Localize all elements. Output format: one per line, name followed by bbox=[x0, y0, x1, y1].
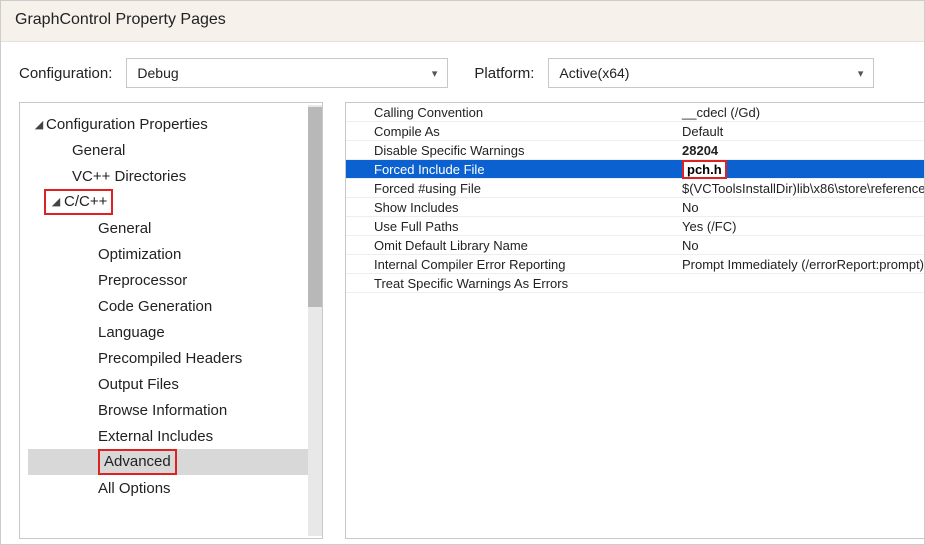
tree-label: All Options bbox=[98, 480, 171, 497]
configuration-toolbar: Configuration: Debug ▾ Platform: Active(… bbox=[1, 42, 924, 102]
scrollbar-thumb[interactable] bbox=[308, 107, 322, 307]
property-name: Forced #using File bbox=[346, 181, 676, 196]
configuration-value: Debug bbox=[137, 65, 178, 81]
tree-label: Advanced bbox=[98, 449, 177, 475]
configuration-dropdown[interactable]: Debug ▾ bbox=[126, 58, 448, 88]
property-name: Omit Default Library Name bbox=[346, 238, 676, 253]
property-name: Show Includes bbox=[346, 200, 676, 215]
tree-label: Code Generation bbox=[98, 298, 212, 315]
window-titlebar: GraphControl Property Pages bbox=[1, 1, 924, 42]
caret-down-icon: ◢ bbox=[32, 118, 46, 131]
tree-pane: ◢ Configuration Properties ◢ General ◢ V… bbox=[19, 102, 323, 539]
tree-item-cpp[interactable]: ◢ C/C++ bbox=[28, 189, 318, 215]
window-title: GraphControl Property Pages bbox=[15, 11, 226, 28]
tree-label: VC++ Directories bbox=[72, 168, 186, 185]
property-value[interactable]: Default bbox=[676, 124, 924, 139]
grid-row[interactable]: Forced Include Filepch.h bbox=[346, 160, 924, 179]
tree-label: Optimization bbox=[98, 246, 181, 263]
tree-item-external-includes[interactable]: ◢External Includes bbox=[28, 423, 318, 449]
scrollbar-track[interactable] bbox=[308, 105, 322, 536]
tree-label: Output Files bbox=[98, 376, 179, 393]
grid-row[interactable]: Internal Compiler Error ReportingPrompt … bbox=[346, 255, 924, 274]
property-value[interactable]: pch.h bbox=[676, 160, 924, 179]
property-name: Treat Specific Warnings As Errors bbox=[346, 276, 676, 291]
tree-label: C/C++ bbox=[64, 191, 107, 213]
tree-label: Language bbox=[98, 324, 165, 341]
tree-item-code-generation[interactable]: ◢Code Generation bbox=[28, 293, 318, 319]
property-name: Use Full Paths bbox=[346, 219, 676, 234]
grid-row[interactable]: Forced #using File$(VCToolsInstallDir)li… bbox=[346, 179, 924, 198]
property-name: Compile As bbox=[346, 124, 676, 139]
property-value[interactable]: __cdecl (/Gd) bbox=[676, 105, 924, 120]
tree-item-optimization[interactable]: ◢Optimization bbox=[28, 241, 318, 267]
tree-label: General bbox=[98, 220, 151, 237]
tree-label: Browse Information bbox=[98, 402, 227, 419]
tree-item-config-props[interactable]: ◢ Configuration Properties bbox=[28, 111, 318, 137]
grid-row[interactable]: Disable Specific Warnings28204 bbox=[346, 141, 924, 160]
property-name: Forced Include File bbox=[346, 162, 676, 177]
chevron-down-icon: ▾ bbox=[858, 67, 864, 80]
tree-item-all-options[interactable]: ◢All Options bbox=[28, 475, 318, 501]
property-name: Disable Specific Warnings bbox=[346, 143, 676, 158]
platform-label: Platform: bbox=[474, 65, 534, 82]
tree-label: Configuration Properties bbox=[46, 116, 208, 133]
tree-item-preprocessor[interactable]: ◢Preprocessor bbox=[28, 267, 318, 293]
tree-item-output-files[interactable]: ◢Output Files bbox=[28, 371, 318, 397]
property-grid: Calling Convention__cdecl (/Gd)Compile A… bbox=[345, 102, 924, 539]
tree-item-vcpp-dirs[interactable]: ◢ VC++ Directories bbox=[28, 163, 318, 189]
property-value[interactable]: No bbox=[676, 238, 924, 253]
platform-dropdown[interactable]: Active(x64) ▾ bbox=[548, 58, 874, 88]
grid-row[interactable]: Compile AsDefault bbox=[346, 122, 924, 141]
property-value[interactable]: $(VCToolsInstallDir)lib\x86\store\refere… bbox=[676, 181, 924, 196]
property-value[interactable]: Yes (/FC) bbox=[676, 219, 924, 234]
tree-item-general[interactable]: ◢General bbox=[28, 215, 318, 241]
grid-row[interactable]: Treat Specific Warnings As Errors bbox=[346, 274, 924, 293]
tree-item-language[interactable]: ◢Language bbox=[28, 319, 318, 345]
tree-label: General bbox=[72, 142, 125, 159]
property-name: Internal Compiler Error Reporting bbox=[346, 257, 676, 272]
chevron-down-icon: ▾ bbox=[432, 67, 438, 80]
property-value[interactable]: Prompt Immediately (/errorReport:prompt) bbox=[676, 257, 924, 272]
tree-label: External Includes bbox=[98, 428, 213, 445]
property-value[interactable]: 28204 bbox=[676, 143, 924, 158]
grid-row[interactable]: Use Full PathsYes (/FC) bbox=[346, 217, 924, 236]
grid-row[interactable]: Show IncludesNo bbox=[346, 198, 924, 217]
configuration-label: Configuration: bbox=[19, 65, 112, 82]
tree-item-browse-information[interactable]: ◢Browse Information bbox=[28, 397, 318, 423]
platform-value: Active(x64) bbox=[559, 65, 629, 81]
tree-label: Preprocessor bbox=[98, 272, 187, 289]
tree-item-advanced[interactable]: ◢Advanced bbox=[28, 449, 318, 475]
caret-down-icon: ◢ bbox=[50, 191, 62, 213]
grid-row[interactable]: Omit Default Library NameNo bbox=[346, 236, 924, 255]
tree-item-precompiled-headers[interactable]: ◢Precompiled Headers bbox=[28, 345, 318, 371]
grid-row[interactable]: Calling Convention__cdecl (/Gd) bbox=[346, 103, 924, 122]
tree-item-general[interactable]: ◢ General bbox=[28, 137, 318, 163]
tree-label: Precompiled Headers bbox=[98, 350, 242, 367]
property-name: Calling Convention bbox=[346, 105, 676, 120]
property-value[interactable]: No bbox=[676, 200, 924, 215]
